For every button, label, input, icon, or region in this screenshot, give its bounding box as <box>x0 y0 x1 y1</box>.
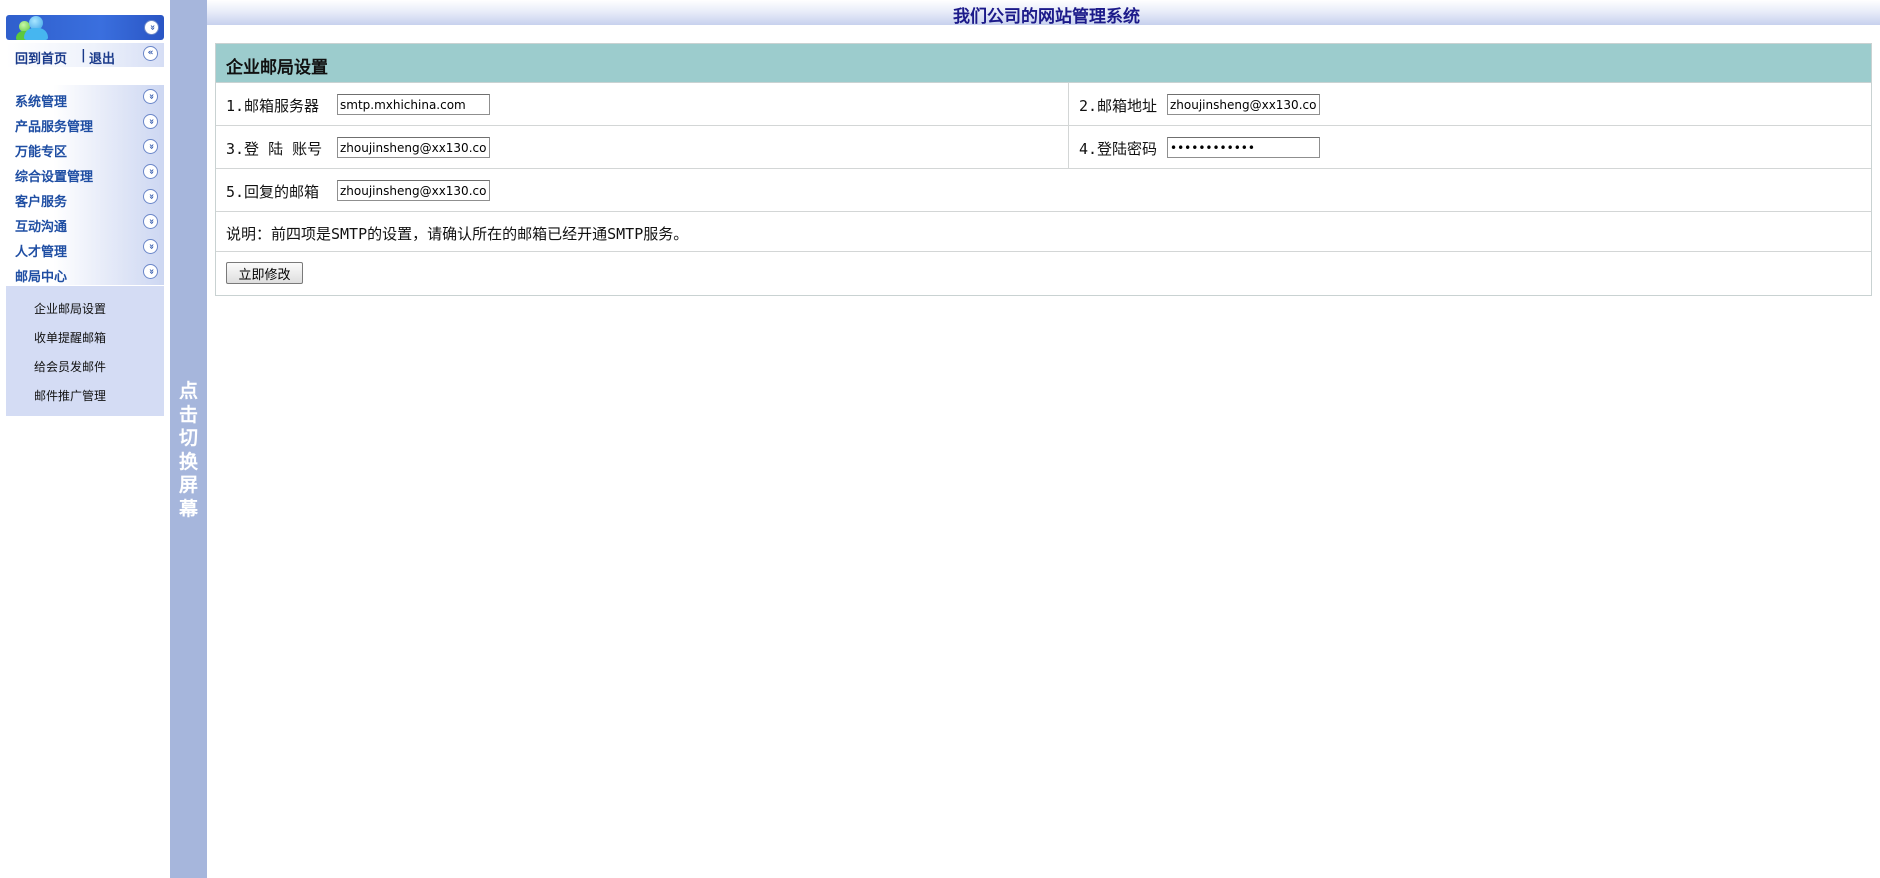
double-chevron-down-icon[interactable]: » <box>143 164 158 179</box>
double-chevron-down-icon[interactable]: » <box>143 239 158 254</box>
form-cell: 2.邮箱地址 <box>1069 83 1871 125</box>
sidebar-item-customer-service[interactable]: 客户服务 » <box>6 185 164 210</box>
submit-button[interactable]: 立即修改 <box>226 262 303 284</box>
sidebar-item-products[interactable]: 产品服务管理 » <box>6 110 164 135</box>
reply-email-input[interactable] <box>337 180 490 201</box>
submenu-item-enterprise-mail[interactable]: 企业邮局设置 <box>34 300 106 317</box>
mail-settings-panel: 企业邮局设置 1.邮箱服务器 2.邮箱地址 3.登 陆 账号 4.登陆密码 <box>215 43 1872 296</box>
sidebar-item-interaction[interactable]: 互动沟通 » <box>6 210 164 235</box>
form-row: 3.登 陆 账号 4.登陆密码 <box>216 126 1871 169</box>
top-header: 我们公司的网站管理系统 <box>207 0 1880 27</box>
double-chevron-down-icon[interactable]: » <box>143 139 158 154</box>
double-chevron-down-icon[interactable]: » <box>143 214 158 229</box>
sidebar-item-universal[interactable]: 万能专区 » <box>6 135 164 160</box>
login-account-label: 3.登 陆 账号 <box>226 140 323 158</box>
sidebar-item-talent[interactable]: 人才管理 » <box>6 235 164 260</box>
home-link[interactable]: 回到首页 <box>15 48 67 67</box>
mail-center-submenu: 企业邮局设置 收单提醒邮箱 给会员发邮件 邮件推广管理 <box>6 286 164 416</box>
smtp-server-label: 1.邮箱服务器 <box>226 97 320 115</box>
login-password-label: 4.登陆密码 <box>1079 140 1158 158</box>
submenu-item-mail-promotion[interactable]: 邮件推广管理 <box>34 387 106 404</box>
sidebar-item-label: 系统管理 <box>15 95 68 110</box>
form-row: 1.邮箱服务器 2.邮箱地址 <box>216 83 1871 126</box>
form-cell: 4.登陆密码 <box>1069 126 1871 168</box>
left-menu-frame: » 回到首页 | 退出 « 系统管理 » 产品服务管理 » 万能专区 » 综合设… <box>0 0 170 878</box>
form-row: 说明：前四项是SMTP的设置，请确认所在的邮箱已经开通SMTP服务。 <box>216 212 1871 252</box>
double-chevron-down-icon[interactable]: » <box>143 189 158 204</box>
sidebar-item-label: 万能专区 <box>15 145 68 160</box>
reply-email-label: 5.回复的邮箱 <box>226 183 320 201</box>
toggle-bar-text: 点击切换屏幕 <box>178 380 198 520</box>
double-chevron-down-icon[interactable]: » <box>143 264 158 279</box>
submenu-item-member-mail[interactable]: 给会员发邮件 <box>34 358 106 375</box>
sidebar-logo-bar: » <box>6 15 164 40</box>
page-title: 我们公司的网站管理系统 <box>953 7 1140 27</box>
double-chevron-down-icon[interactable]: » <box>143 114 158 129</box>
logout-link[interactable]: 退出 <box>89 48 115 67</box>
msn-people-icon <box>16 16 55 40</box>
login-password-input[interactable] <box>1167 137 1320 158</box>
panel-title: 企业邮局设置 <box>216 44 1871 83</box>
form-cell: 1.邮箱服务器 <box>216 83 1069 125</box>
sidebar-item-label: 综合设置管理 <box>15 170 94 185</box>
sidebar-item-mail-center[interactable]: 邮局中心 » <box>6 260 164 285</box>
double-chevron-left-icon[interactable]: « <box>143 46 158 61</box>
sidebar-home-row: 回到首页 | 退出 « <box>6 43 164 67</box>
screen-toggle-bar[interactable]: 点击切换屏幕 <box>170 0 207 878</box>
sidebar-item-label: 产品服务管理 <box>15 120 94 135</box>
sidebar-item-label: 客户服务 <box>15 195 68 210</box>
form-cell: 5.回复的邮箱 <box>216 169 1871 211</box>
email-address-label: 2.邮箱地址 <box>1079 97 1158 115</box>
smtp-server-input[interactable] <box>337 94 490 115</box>
double-chevron-down-icon[interactable]: » <box>144 20 159 35</box>
sidebar-item-label: 邮局中心 <box>15 270 68 285</box>
main-content-frame: 我们公司的网站管理系统 企业邮局设置 1.邮箱服务器 2.邮箱地址 3.登 陆 … <box>207 0 1880 878</box>
separator: | <box>81 48 86 63</box>
form-row: 立即修改 <box>216 252 1871 295</box>
submenu-item-order-reminder[interactable]: 收单提醒邮箱 <box>34 329 106 346</box>
sidebar-item-system[interactable]: 系统管理 » <box>6 85 164 110</box>
sidebar-item-label: 人才管理 <box>15 245 68 260</box>
sidebar-menu: 系统管理 » 产品服务管理 » 万能专区 » 综合设置管理 » 客户服务 » 互… <box>6 85 164 285</box>
sidebar-item-settings[interactable]: 综合设置管理 » <box>6 160 164 185</box>
email-address-input[interactable] <box>1167 94 1320 115</box>
form-cell: 3.登 陆 账号 <box>216 126 1069 168</box>
login-account-input[interactable] <box>337 137 490 158</box>
smtp-note: 说明：前四项是SMTP的设置，请确认所在的邮箱已经开通SMTP服务。 <box>226 225 689 243</box>
form-row: 5.回复的邮箱 <box>216 169 1871 212</box>
double-chevron-down-icon[interactable]: » <box>143 89 158 104</box>
sidebar-item-label: 互动沟通 <box>15 220 68 235</box>
